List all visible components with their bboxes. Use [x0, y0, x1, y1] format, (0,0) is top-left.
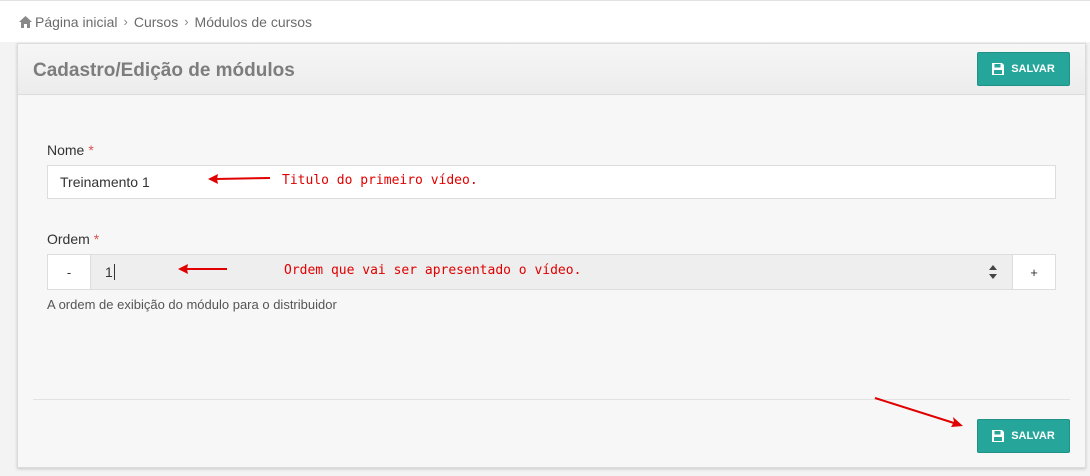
chevron-right-icon: ›: [184, 14, 189, 29]
decrement-button[interactable]: -: [47, 254, 91, 290]
annotation-ordem-note: Ordem que vai ser apresentado o vídeo.: [284, 263, 582, 278]
breadcrumb: Página inicial › Cursos › Módulos de cur…: [0, 0, 1090, 42]
annotation-arrow-ordem: [178, 264, 227, 274]
nome-input[interactable]: Treinamento 1: [47, 165, 1056, 199]
annotation-nome-note: Titulo do primeiro vídeo.: [282, 173, 478, 188]
breadcrumb-current: Módulos de cursos: [194, 13, 313, 30]
annotation-arrow-save: [874, 397, 963, 427]
nome-label: Nome *: [47, 142, 94, 158]
save-icon: [992, 430, 1005, 442]
text-caret: [113, 264, 115, 280]
panel-header: Cadastro/Edição de módulos SALVAR: [18, 44, 1085, 95]
ordem-help-text: A ordem de exibição do módulo para o dis…: [47, 297, 337, 312]
increment-button[interactable]: +: [1012, 254, 1056, 290]
breadcrumb-home-link[interactable]: Página inicial: [35, 14, 118, 30]
save-button-bottom[interactable]: SALVAR: [977, 419, 1070, 453]
spin-arrows-icon[interactable]: [988, 265, 998, 279]
save-button-top[interactable]: SALVAR: [977, 52, 1070, 86]
ordem-input-value: 1: [105, 264, 113, 280]
home-icon: [19, 15, 32, 28]
breadcrumb-cursos-link[interactable]: Cursos: [134, 14, 178, 30]
save-icon: [992, 63, 1005, 75]
ordem-label: Ordem *: [47, 231, 99, 247]
nome-label-text: Nome: [47, 142, 85, 158]
chevron-right-icon: ›: [123, 14, 128, 29]
nome-input-value: Treinamento 1: [60, 174, 150, 190]
page-title: Cadastro/Edição de módulos: [33, 60, 295, 81]
required-mark: *: [93, 231, 100, 247]
ordem-label-text: Ordem: [47, 231, 90, 247]
save-button-label: SALVAR: [1011, 63, 1055, 75]
required-mark: *: [88, 142, 94, 158]
save-button-label: SALVAR: [1011, 430, 1055, 442]
annotation-arrow-nome: [208, 174, 271, 184]
